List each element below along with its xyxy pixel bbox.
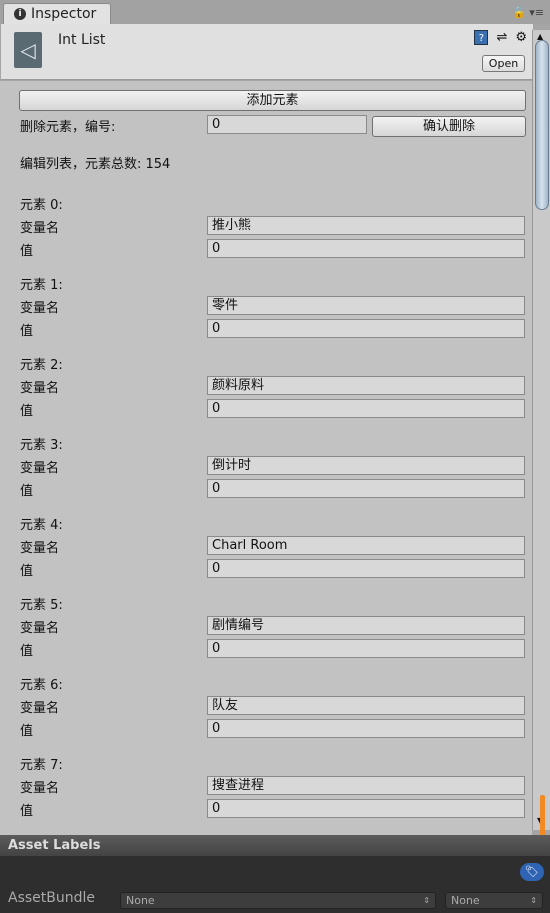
element-header: 元素 1: bbox=[20, 278, 63, 293]
assetbundle-name-select[interactable]: None ⇕ bbox=[120, 892, 436, 909]
name-label: 变量名 bbox=[20, 461, 60, 476]
confirm-delete-button[interactable]: 确认删除 bbox=[372, 116, 526, 137]
name-input[interactable]: 搜查进程 bbox=[207, 776, 525, 795]
value-label: 值 bbox=[20, 804, 34, 819]
element-header: 元素 6: bbox=[20, 678, 63, 693]
preset-icon[interactable]: ⇌ bbox=[496, 30, 507, 45]
name-input[interactable]: 零件 bbox=[207, 296, 525, 315]
element-header: 元素 7: bbox=[20, 758, 63, 773]
gear-icon[interactable]: ⚙ bbox=[515, 30, 527, 45]
inspector-content: 添加元素 删除元素，编号: 0 确认删除 编辑列表，元素总数: 154 元素 0… bbox=[0, 81, 532, 835]
value-label: 值 bbox=[20, 644, 34, 659]
value-label: 值 bbox=[20, 564, 34, 579]
info-icon: i bbox=[14, 8, 26, 20]
value-label: 值 bbox=[20, 404, 34, 419]
name-input[interactable]: 颜料原料 bbox=[207, 376, 525, 395]
asset-labels-panel: Asset Labels 🏷 AssetBundle None ⇕ None ⇕ bbox=[0, 835, 550, 913]
value-input[interactable]: 0 bbox=[207, 479, 525, 498]
value-input[interactable]: 0 bbox=[207, 799, 525, 818]
lock-icon[interactable]: 🔒 bbox=[512, 6, 526, 19]
element-header: 元素 5: bbox=[20, 598, 63, 613]
name-label: 变量名 bbox=[20, 381, 60, 396]
tag-icon[interactable]: 🏷 bbox=[520, 863, 544, 881]
value-input[interactable]: 0 bbox=[207, 639, 525, 658]
tab-bar: i Inspector 🔒 ▾≡ bbox=[0, 0, 550, 24]
name-label: 变量名 bbox=[20, 621, 60, 636]
name-input[interactable]: 剧情编号 bbox=[207, 616, 525, 635]
unity-logo-icon: ◁ bbox=[14, 32, 42, 68]
summary-label: 编辑列表，元素总数: 154 bbox=[20, 157, 171, 172]
value-input[interactable]: 0 bbox=[207, 319, 525, 338]
updown-icon: ⇕ bbox=[530, 896, 537, 905]
name-input[interactable]: 队友 bbox=[207, 696, 525, 715]
element-header: 元素 2: bbox=[20, 358, 63, 373]
name-label: 变量名 bbox=[20, 701, 60, 716]
value-input[interactable]: 0 bbox=[207, 399, 525, 418]
help-icon[interactable]: ? bbox=[474, 30, 489, 45]
element-header: 元素 3: bbox=[20, 438, 63, 453]
value-label: 值 bbox=[20, 324, 34, 339]
value-label: 值 bbox=[20, 244, 34, 259]
value-label: 值 bbox=[20, 724, 34, 739]
name-input[interactable]: Charl Room bbox=[207, 536, 525, 555]
value-label: 值 bbox=[20, 484, 34, 499]
open-button[interactable]: Open bbox=[482, 55, 525, 72]
element-header: 元素 4: bbox=[20, 518, 63, 533]
scrollbar[interactable]: ▲ ▼ bbox=[532, 30, 550, 830]
name-input[interactable]: 推小熊 bbox=[207, 216, 525, 235]
scrollbar-thumb[interactable] bbox=[535, 40, 549, 210]
delete-index-input[interactable]: 0 bbox=[207, 115, 367, 134]
value-input[interactable]: 0 bbox=[207, 239, 525, 258]
inspector-header: ◁ Int List ? ⇌ ⚙ Open bbox=[1, 24, 533, 80]
assetbundle-variant-select[interactable]: None ⇕ bbox=[445, 892, 543, 909]
name-label: 变量名 bbox=[20, 541, 60, 556]
asset-title: Int List bbox=[58, 32, 106, 48]
delete-label: 删除元素，编号: bbox=[20, 120, 116, 135]
name-input[interactable]: 倒计时 bbox=[207, 456, 525, 475]
add-element-button[interactable]: 添加元素 bbox=[19, 90, 526, 111]
tab-menu[interactable]: 🔒 ▾≡ bbox=[512, 6, 544, 19]
name-label: 变量名 bbox=[20, 301, 60, 316]
asset-labels-title: Asset Labels bbox=[0, 835, 550, 856]
assetbundle-label: AssetBundle bbox=[8, 890, 96, 906]
value-input[interactable]: 0 bbox=[207, 559, 525, 578]
value-input[interactable]: 0 bbox=[207, 719, 525, 738]
updown-icon: ⇕ bbox=[423, 896, 430, 905]
element-header: 元素 0: bbox=[20, 198, 63, 213]
name-label: 变量名 bbox=[20, 221, 60, 236]
tab-inspector[interactable]: i Inspector bbox=[3, 3, 111, 24]
menu-icon[interactable]: ▾≡ bbox=[529, 6, 544, 19]
name-label: 变量名 bbox=[20, 781, 60, 796]
